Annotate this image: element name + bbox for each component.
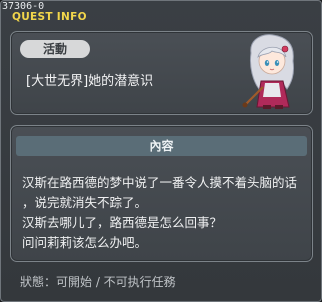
quest-status: 狀態：可開始 / 不可执行任務: [20, 275, 176, 289]
quest-info-window: 37306-0 QUEST INFO 活動 [大世无界]她的潜意识 內容 汉斯在…: [0, 0, 322, 302]
description-line: 问问莉莉该怎么办吧。: [22, 235, 148, 250]
quest-summary-panel: 活動 [大世无界]她的潜意识: [10, 31, 313, 115]
description-line: 汉斯去哪儿了，路西德是怎么回事？: [22, 215, 223, 230]
description-line: 汉斯在路西德的梦中说了一番令人摸不着头脑的话: [22, 175, 298, 190]
description-line: ，说完就消失不踪了。: [22, 195, 148, 210]
quest-content-panel: 內容 汉斯在路西德的梦中说了一番令人摸不着头脑的话 ，说完就消失不踪了。 汉斯去…: [10, 125, 313, 262]
quest-name: [大世无界]她的潜意识: [26, 74, 154, 89]
content-header: 內容: [16, 136, 307, 156]
window-title: QUEST INFO: [12, 11, 87, 23]
npc-portrait-icon: [242, 34, 294, 109]
category-badge: 活動: [20, 40, 90, 58]
